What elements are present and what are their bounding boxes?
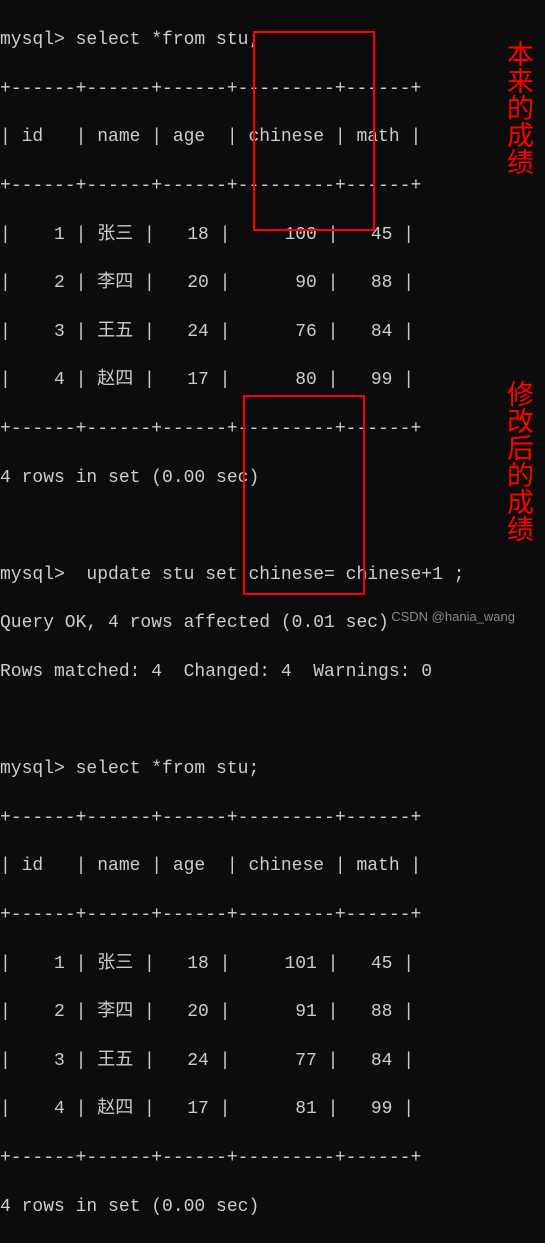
table-separator: +------+------+------+---------+------+ (0, 174, 545, 198)
rows-in-set: 4 rows in set (0.00 sec) (0, 1195, 545, 1219)
table-row: | 1 | 张三 | 18 | 101 | 45 | (0, 952, 545, 976)
rows-in-set: 4 rows in set (0.00 sec) (0, 466, 545, 490)
table-header: | id | name | age | chinese | math | (0, 125, 545, 149)
table-separator: +------+------+------+---------+------+ (0, 77, 545, 101)
table-header: | id | name | age | chinese | math | (0, 854, 545, 878)
annotation-modified-scores: 修改后的成绩 (498, 380, 537, 542)
annotation-original-scores: 本来的成绩 (498, 40, 537, 175)
update-query: update stu set chinese= chinese+1 ; (65, 565, 465, 585)
table-separator: +------+------+------+---------+------+ (0, 806, 545, 830)
mysql-prompt: mysql> (0, 565, 65, 585)
table-row: | 1 | 张三 | 18 | 100 | 45 | (0, 223, 545, 247)
table-row: | 4 | 赵四 | 17 | 81 | 99 | (0, 1097, 545, 1121)
select-query-1: select *from stu; (65, 30, 259, 50)
watermark: CSDN @hania_wang (391, 609, 515, 624)
table-row: | 3 | 王五 | 24 | 76 | 84 | (0, 320, 545, 344)
table-row: | 2 | 李四 | 20 | 91 | 88 | (0, 1000, 545, 1024)
table-separator: +------+------+------+---------+------+ (0, 1146, 545, 1170)
mysql-prompt: mysql> (0, 30, 65, 50)
table-separator: +------+------+------+---------+------+ (0, 417, 545, 441)
table-row: | 4 | 赵四 | 17 | 80 | 99 | (0, 368, 545, 392)
mysql-prompt: mysql> (0, 759, 65, 779)
select-query-2: select *from stu; (65, 759, 259, 779)
table-row: | 2 | 李四 | 20 | 90 | 88 | (0, 271, 545, 295)
table-row: | 3 | 王五 | 24 | 77 | 84 | (0, 1049, 545, 1073)
rows-matched-msg: Rows matched: 4 Changed: 4 Warnings: 0 (0, 660, 545, 684)
table-separator: +------+------+------+---------+------+ (0, 903, 545, 927)
